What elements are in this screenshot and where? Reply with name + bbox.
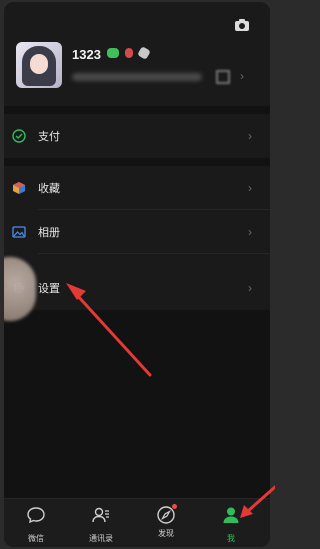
chevron-right-icon: ›	[248, 181, 252, 195]
photo-icon	[12, 226, 26, 238]
contacts-icon	[92, 507, 109, 523]
notification-dot	[172, 504, 177, 509]
cube-icon	[13, 182, 25, 194]
menu-item-settings[interactable]: 设置 ›	[4, 266, 270, 310]
red-badge-icon	[125, 48, 133, 58]
camera-icon[interactable]	[234, 18, 250, 32]
tab-label-discover: 发现	[158, 529, 174, 538]
chevron-right-icon: ›	[240, 69, 244, 83]
qr-code-icon[interactable]	[216, 70, 230, 84]
chevron-right-icon: ›	[248, 281, 252, 295]
tab-label-chats: 微信	[28, 534, 44, 543]
tab-chats[interactable]: 微信	[11, 505, 61, 544]
menu-label-album: 相册	[38, 227, 60, 239]
menu-label-favorites: 收藏	[38, 183, 60, 195]
tab-label-me: 我	[227, 534, 235, 543]
tab-contacts[interactable]: 通讯录	[76, 505, 126, 544]
pay-icon	[12, 129, 26, 143]
tag-badge-icon	[137, 46, 151, 60]
menu-item-pay[interactable]: 支付 ›	[4, 114, 270, 158]
profile-header[interactable]: 1323 ›	[4, 2, 270, 106]
menu-item-favorites[interactable]: 收藏 ›	[4, 166, 270, 210]
person-icon	[223, 507, 239, 523]
bottom-tab-bar: 微信 通讯录 发现 我	[4, 498, 270, 547]
chevron-right-icon: ›	[248, 225, 252, 239]
tab-me[interactable]: 我	[206, 505, 256, 544]
menu-item-album[interactable]: 相册 ›	[4, 210, 270, 254]
leaf-badge-icon	[107, 48, 119, 58]
menu-label-settings: 设置	[38, 283, 60, 295]
tab-label-contacts: 通讯录	[89, 534, 113, 543]
settings-section: 设置 ›	[4, 266, 270, 310]
tab-discover[interactable]: 发现	[141, 504, 191, 539]
chevron-right-icon: ›	[248, 129, 252, 143]
pay-section: 支付 ›	[4, 114, 270, 158]
status-badges	[107, 46, 151, 60]
phone-screen: 1323 › 支付 › 收藏 › 相册 › 设置 › 微信 通讯录 发现 我	[4, 2, 270, 547]
avatar[interactable]	[16, 42, 62, 88]
profile-name: 1323	[72, 47, 101, 62]
menu-label-pay: 支付	[38, 131, 60, 143]
blurred-account-id	[72, 73, 202, 81]
chat-bubble-icon	[27, 507, 45, 524]
